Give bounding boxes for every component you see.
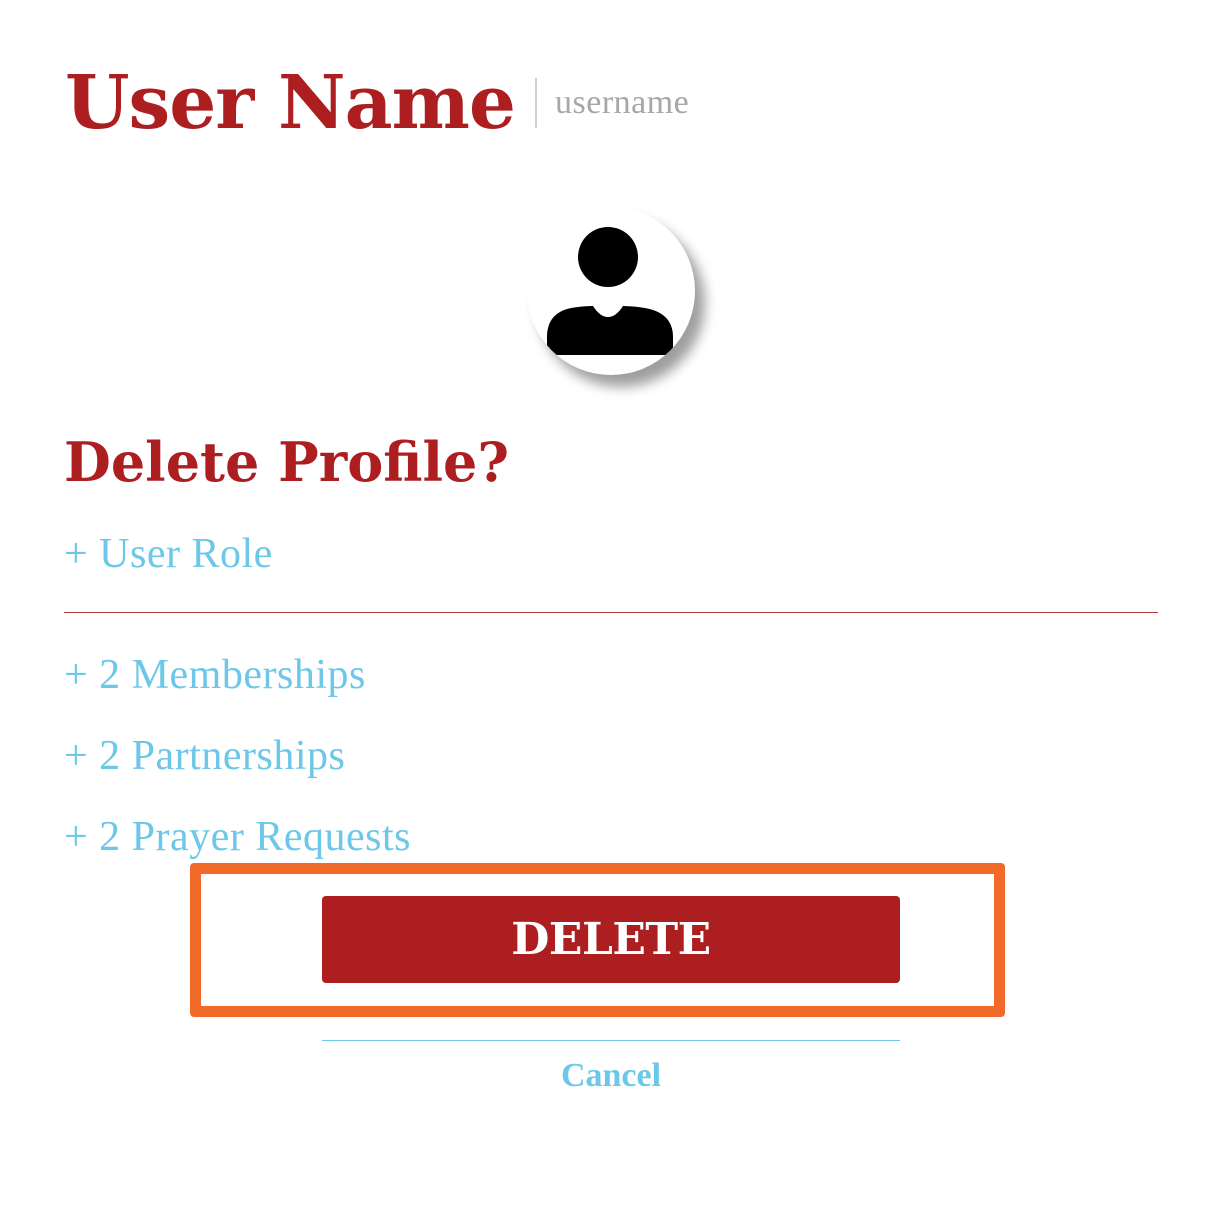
related-item-user-role[interactable]: + User Role (64, 531, 273, 577)
username: username (555, 84, 690, 121)
related-item-partnerships[interactable]: + 2 Partnerships (64, 733, 345, 779)
user-silhouette-icon (547, 227, 673, 355)
header-divider (535, 78, 537, 128)
avatar (527, 207, 695, 375)
cancel-link[interactable]: Cancel (322, 1057, 900, 1094)
cancel-divider (322, 1040, 900, 1041)
section-divider (64, 612, 1158, 613)
delete-profile-title: Delete Profile? (64, 430, 509, 494)
delete-button[interactable]: DELETE (322, 896, 900, 983)
related-item-memberships[interactable]: + 2 Memberships (64, 652, 366, 698)
related-item-prayer-requests[interactable]: + 2 Prayer Requests (64, 814, 411, 860)
profile-header: User Name username (65, 58, 689, 148)
display-name: User Name (65, 60, 516, 146)
